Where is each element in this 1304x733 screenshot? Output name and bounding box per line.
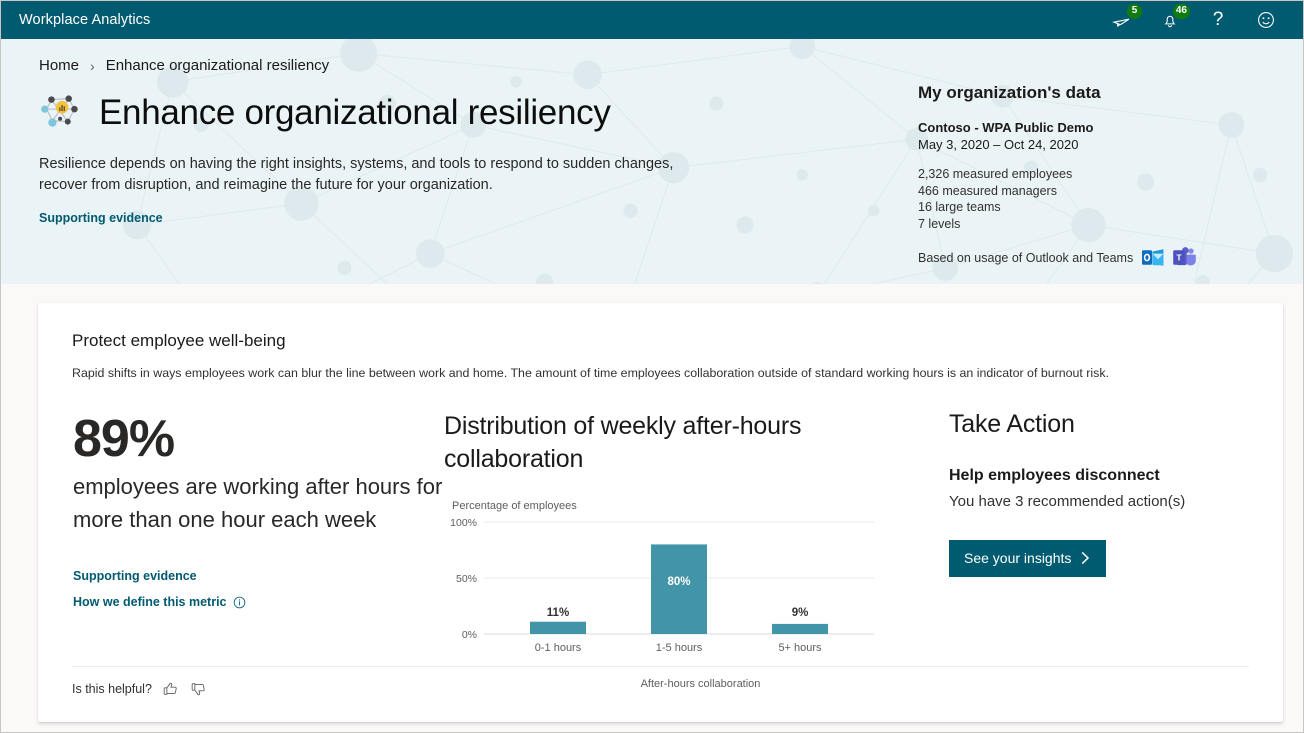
bar-5plus-hours: [772, 623, 828, 634]
key-stat-text: employees are working after hours for mo…: [73, 474, 443, 532]
bell-badge: 46: [1172, 4, 1190, 19]
hero-banner: Home › Enhance organizational resiliency: [1, 39, 1303, 284]
insight-card: Protect employee well-being Rapid shifts…: [38, 303, 1283, 722]
chart-container: Percentage of employees 100% 50% 0% 11% …: [444, 500, 939, 690]
breadcrumb-home-link[interactable]: Home: [39, 57, 79, 74]
card-divider: [72, 666, 1249, 667]
org-stat-item: 7 levels: [918, 216, 961, 231]
my-organization-data-panel: My organization's data Contoso - WPA Pub…: [918, 83, 1248, 268]
app-title: Workplace Analytics: [19, 12, 151, 28]
xtick-label-1-5-hours: 1-5 hours: [656, 642, 703, 654]
org-stat-item: 466 measured managers: [918, 183, 1057, 198]
chart-title: Distribution of weekly after-hours colla…: [444, 412, 802, 473]
hero-description: Resilience depends on having the right i…: [39, 156, 674, 193]
stat-supporting-evidence-link[interactable]: Supporting evidence: [73, 563, 444, 589]
bell-icon[interactable]: 46: [1157, 4, 1190, 33]
key-stat-column: 89% employees are working after hours fo…: [72, 410, 444, 690]
take-action-heading: Take Action: [949, 410, 1075, 438]
take-action-subheading: Help employees disconnect: [949, 467, 1160, 484]
is-this-helpful-label: Is this helpful?: [72, 682, 152, 696]
take-action-column: Take Action Help employees disconnect Yo…: [939, 410, 1249, 690]
card-feedback-row: Is this helpful?: [72, 680, 208, 698]
card-subheading: Rapid shifts in ways employees work can …: [72, 366, 1110, 380]
org-panel-heading: My organization's data: [918, 83, 1101, 102]
feedback-smiley-icon[interactable]: [1253, 7, 1279, 33]
top-navigation-bar: Workplace Analytics 5 46 ?: [1, 1, 1303, 39]
outlook-icon: [1142, 249, 1164, 266]
how-we-define-metric-link[interactable]: How we define this metric: [73, 589, 444, 615]
org-stat-item: 16 large teams: [918, 200, 1001, 214]
stat-supporting-evidence-label: Supporting evidence: [73, 569, 197, 583]
key-stat-links: Supporting evidence How we define this m…: [73, 563, 444, 615]
xtick-label-0-1-hours: 0-1 hours: [535, 642, 582, 654]
info-icon: [233, 596, 245, 608]
help-icon[interactable]: ?: [1205, 7, 1231, 33]
svg-text:T: T: [1177, 253, 1183, 263]
breadcrumb: Home › Enhance organizational resiliency: [39, 57, 1303, 74]
card-heading: Protect employee well-being: [72, 331, 286, 350]
send-icon[interactable]: 5: [1109, 4, 1142, 33]
breadcrumb-current: Enhance organizational resiliency: [105, 57, 330, 74]
bar-1-5-hours: [651, 544, 707, 634]
chart-y-axis-title: Percentage of employees: [452, 500, 577, 512]
org-date-range: May 3, 2020 – Oct 24, 2020: [918, 137, 1079, 152]
xtick-label-5plus-hours: 5+ hours: [778, 642, 822, 654]
card-columns: 89% employees are working after hours fo…: [72, 410, 1249, 690]
ytick-label-100: 100%: [450, 517, 477, 529]
data-source-row: Based on usage of Outlook and Teams T: [918, 247, 1248, 268]
org-stat-item: 2,326 measured employees: [918, 167, 1073, 181]
topbar-icon-group: 5 46 ?: [1109, 4, 1289, 33]
breadcrumb-separator-icon: ›: [90, 57, 95, 74]
key-stat-value: 89%: [73, 410, 175, 468]
bar-value-label-5plus-hours: 9%: [792, 607, 809, 619]
chevron-right-icon: [1082, 551, 1090, 565]
org-name: Contoso - WPA Public Demo: [918, 120, 1094, 135]
see-your-insights-label: See your insights: [964, 550, 1072, 566]
chart-x-axis-title: After-hours collaboration: [640, 678, 761, 690]
see-your-insights-button[interactable]: See your insights: [949, 540, 1107, 577]
workplace-analytics-app: Workplace Analytics 5 46 ? Home › Enhanc…: [0, 0, 1304, 733]
take-action-description: You have 3 recommended action(s): [949, 493, 1186, 510]
how-we-define-metric-label: How we define this metric: [73, 595, 227, 609]
bar-value-label-1-5-hours: 80%: [667, 576, 690, 588]
data-source-label: Based on usage of Outlook and Teams: [918, 250, 1134, 265]
org-stats-list: 2,326 measured employees 466 measured ma…: [918, 166, 1248, 232]
ytick-label-0: 0%: [462, 629, 477, 641]
bar-value-label-0-1-hours: 11%: [547, 607, 569, 619]
send-badge: 5: [1127, 4, 1142, 19]
help-icon-label: ?: [1212, 9, 1224, 30]
card-body: Protect employee well-being Rapid shifts…: [38, 303, 1283, 690]
page-title: Enhance organizational resiliency: [99, 93, 611, 132]
chart-column: Distribution of weekly after-hours colla…: [444, 410, 939, 690]
network-chart-logo-icon: [41, 95, 78, 127]
thumbs-up-icon[interactable]: [162, 680, 180, 698]
bar-chart: 100% 50% 0% 11% 0-1 hours 80% 1-5 hours: [450, 517, 874, 654]
ytick-label-50: 50%: [456, 573, 477, 585]
teams-icon: T: [1173, 247, 1197, 266]
bar-0-1-hours: [530, 621, 586, 634]
thumbs-down-icon[interactable]: [190, 680, 208, 698]
